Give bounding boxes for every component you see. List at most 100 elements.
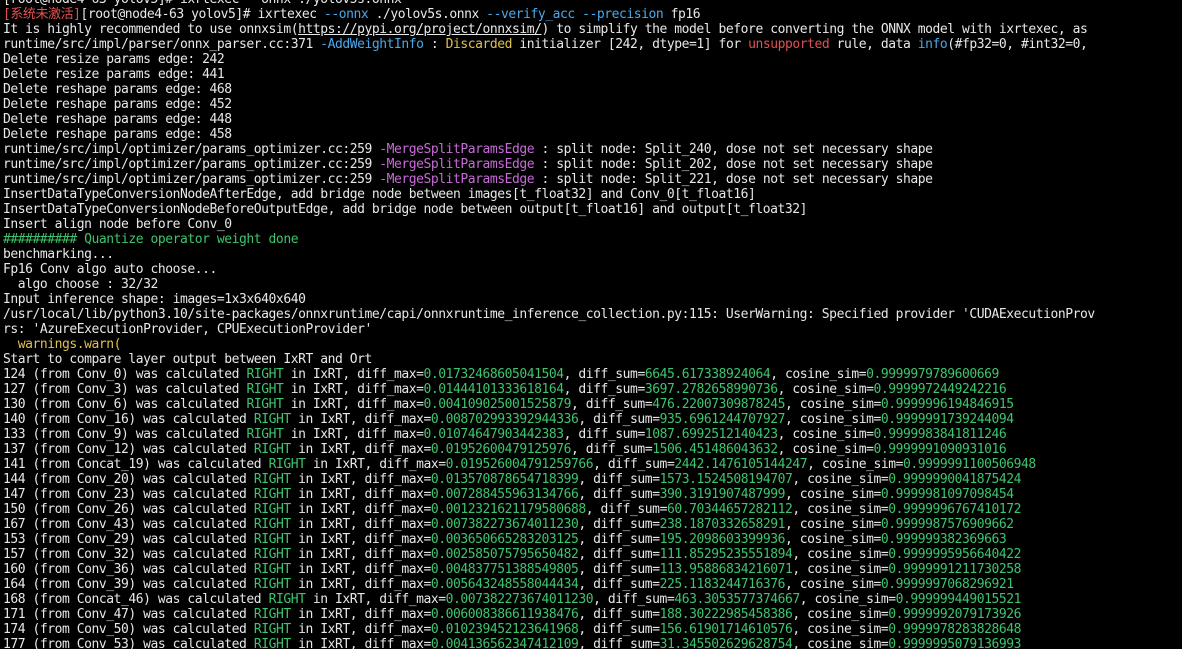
terminal-text-segment: 168 (from Concat_46) was calculated <box>3 592 269 607</box>
terminal-text-segment: in IxRT, diff_max= <box>290 622 431 637</box>
terminal-text-segment: , cosine_sim= <box>807 457 904 472</box>
terminal-text-segment: in IxRT, diff_max= <box>290 502 431 517</box>
terminal-text-segment: , cosine_sim= <box>792 472 889 487</box>
terminal-line: runtime/src/impl/optimizer/params_optimi… <box>3 142 1182 157</box>
terminal-text-segment: , cosine_sim= <box>784 532 881 547</box>
terminal-line: 150 (from Conv_26) was calculated RIGHT … <box>3 502 1182 517</box>
terminal-text-segment: 0.019526004791259766 <box>445 457 594 472</box>
terminal-text-segment: : split node: Split_202, dose not set ne… <box>534 157 933 172</box>
terminal-line: 171 (from Conv_47) was calculated RIGHT … <box>3 607 1182 622</box>
terminal-text-segment: 177 (from Conv_53) was calculated <box>3 637 254 649</box>
terminal-text-segment: in IxRT, diff_max= <box>290 562 431 577</box>
terminal-text-segment: 0.003650665283203125 <box>430 532 579 547</box>
terminal-text-segment: 171 (from Conv_47) was calculated <box>3 607 254 622</box>
terminal-line: 160 (from Conv_36) was calculated RIGHT … <box>3 562 1182 577</box>
terminal-text-segment: , diff_sum= <box>571 397 653 412</box>
terminal-text-segment: 164 (from Conv_39) was calculated <box>3 577 254 592</box>
terminal-text-segment: 60.70344657282112 <box>666 502 793 517</box>
terminal-text-segment: 238.1870332658291 <box>659 517 786 532</box>
terminal-text-segment: -MergeSplitParamsEdge <box>379 172 535 187</box>
terminal-text-segment: 195.2098603399936 <box>659 532 786 547</box>
terminal-text-segment: RIGHT <box>253 547 291 562</box>
terminal-window[interactable]: [root@node4-63 yolov5]# ixrtexec --onnx … <box>0 0 1182 649</box>
terminal-text-segment: 0.007382273674011230 <box>445 592 594 607</box>
terminal-text-segment: RIGHT <box>253 637 291 649</box>
terminal-text-segment: , diff_sum= <box>585 502 668 517</box>
terminal-line: [root@node4-63 yolov5]# ixrtexec --onnx … <box>3 0 1182 7</box>
terminal-text-segment: RIGHT <box>246 367 284 382</box>
terminal-text-segment: RIGHT <box>253 472 291 487</box>
terminal-line: 164 (from Conv_39) was calculated RIGHT … <box>3 577 1182 592</box>
terminal-text-segment: [root@node4-63 yolov5]# ixrtexec <box>80 7 324 22</box>
terminal-text-segment: 1573.1524508194707 <box>659 472 793 487</box>
terminal-text-segment: 111.85295235551894 <box>659 547 793 562</box>
terminal-text-segment: 0.9999983841811246 <box>873 427 1007 442</box>
terminal-text-segment: , cosine_sim= <box>784 487 881 502</box>
terminal-line: [系统未激活][root@node4-63 yolov5]# ixrtexec … <box>3 7 1182 22</box>
terminal-text-segment: , cosine_sim= <box>792 607 889 622</box>
terminal-text-segment: RIGHT <box>253 577 291 592</box>
terminal-line: rs: 'AzureExecutionProvider, CPUExecutio… <box>3 322 1182 337</box>
terminal-line: ########## Quantize operator weight done <box>3 232 1182 247</box>
terminal-text-segment: RIGHT <box>253 532 291 547</box>
terminal-text-segment: Input inference shape: images=1x3x640x64… <box>3 292 306 307</box>
terminal-text-segment: -MergeSplitParamsEdge <box>379 157 535 172</box>
terminal-text-segment: 0.9999991211730258 <box>888 562 1022 577</box>
terminal-line: /usr/local/lib/python3.10/site-packages/… <box>3 307 1182 322</box>
terminal-text-segment: RIGHT <box>253 502 291 517</box>
terminal-text-segment: 160 (from Conv_36) was calculated <box>3 562 254 577</box>
terminal-text-segment: , diff_sum= <box>563 382 646 397</box>
terminal-text-segment: [系统未激活] <box>3 7 81 22</box>
terminal-text-segment: 0.013570878654718399 <box>430 472 579 487</box>
terminal-text-segment: in IxRT, diff_max= <box>290 547 431 562</box>
terminal-text-segment: 0.9999995956640422 <box>888 547 1022 562</box>
terminal-text-segment: 0.01074647903442383 <box>423 427 565 442</box>
terminal-text-segment: 0.005643248558044434 <box>430 577 579 592</box>
terminal-text-segment: runtime/src/impl/optimizer/params_optimi… <box>3 172 380 187</box>
terminal-text-segment: RIGHT <box>246 382 284 397</box>
terminal-text-segment: fp16 <box>663 7 701 22</box>
terminal-text-segment: RIGHT <box>253 607 291 622</box>
terminal-text-segment: 935.6961244707927 <box>659 412 786 427</box>
terminal-text-segment: , diff_sum= <box>578 562 660 577</box>
terminal-text-segment: , cosine_sim= <box>792 502 889 517</box>
terminal-text-segment: , cosine_sim= <box>792 622 889 637</box>
terminal-line: InsertDataTypeConversionNodeBeforeOutput… <box>3 202 1182 217</box>
terminal-text-segment: -AddWeightInfo <box>320 37 424 52</box>
terminal-text-segment: runtime/src/impl/optimizer/params_optimi… <box>3 142 380 157</box>
terminal-line: Delete reshape params edge: 452 <box>3 97 1182 112</box>
terminal-line: InsertDataTypeConversionNodeAfterEdge, a… <box>3 187 1182 202</box>
terminal-text-segment: 0.999999382369663 <box>880 532 1007 547</box>
terminal-line: 157 (from Conv_32) was calculated RIGHT … <box>3 547 1182 562</box>
terminal-line: Insert align node before Conv_0 <box>3 217 1182 232</box>
terminal-text-segment: 133 (from Conv_9) was calculated <box>3 427 247 442</box>
terminal-line: Delete resize params edge: 242 <box>3 52 1182 67</box>
terminal-line: 133 (from Conv_9) was calculated RIGHT i… <box>3 427 1182 442</box>
terminal-line: 124 (from Conv_0) was calculated RIGHT i… <box>3 367 1182 382</box>
terminal-text-segment: in IxRT, diff_max= <box>290 472 431 487</box>
terminal-text-segment: InsertDataTypeConversionNodeBeforeOutput… <box>3 202 808 217</box>
terminal-line: Input inference shape: images=1x3x640x64… <box>3 292 1182 307</box>
terminal-text-segment: Fp16 Conv algo auto choose... <box>3 262 217 277</box>
terminal-text-segment: 156.61901714610576 <box>659 622 793 637</box>
terminal-text-segment: 153 (from Conv_29) was calculated <box>3 532 254 547</box>
terminal-text-segment: 127 (from Conv_3) was calculated <box>3 382 247 397</box>
terminal-line: 127 (from Conv_3) was calculated RIGHT i… <box>3 382 1182 397</box>
terminal-text-segment: 0.004136562347412109 <box>430 637 579 649</box>
terminal-link[interactable]: https://pypi.org/project/onnxsim/ <box>298 22 542 37</box>
terminal-text-segment: RIGHT <box>253 622 291 637</box>
terminal-text-segment: 174 (from Conv_50) was calculated <box>3 622 254 637</box>
terminal-text-segment: RIGHT <box>253 517 291 532</box>
terminal-text-segment: Discarded <box>445 37 513 52</box>
terminal-text-segment: ) to simplify the model before convertin… <box>541 22 1088 37</box>
terminal-text-segment: : split node: Split_221, dose not set ne… <box>534 172 933 187</box>
terminal-text-segment: , cosine_sim= <box>784 517 881 532</box>
terminal-text-segment: , diff_sum= <box>578 577 660 592</box>
terminal-text-segment: --onnx <box>323 7 369 22</box>
terminal-text-segment: RIGHT <box>253 442 291 457</box>
terminal-line: runtime/src/impl/parser/onnx_parser.cc:3… <box>3 37 1182 52</box>
terminal-text-segment: 0.9999972449242216 <box>873 382 1007 397</box>
terminal-text-segment: , diff_sum= <box>578 487 660 502</box>
terminal-text-segment: , diff_sum= <box>578 607 660 622</box>
terminal-text-segment: 147 (from Conv_23) was calculated <box>3 487 254 502</box>
